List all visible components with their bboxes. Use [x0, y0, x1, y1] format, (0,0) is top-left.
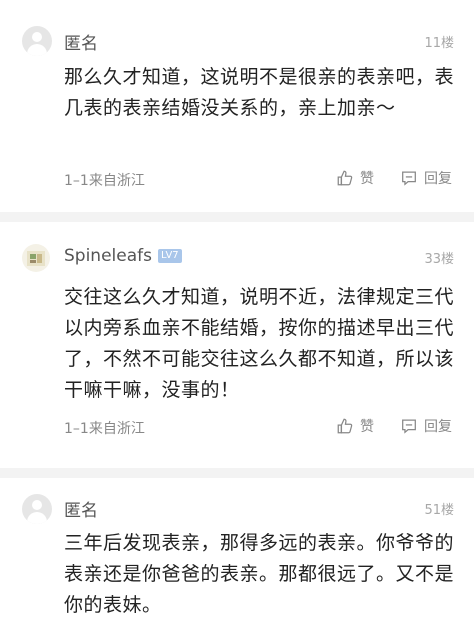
reply-icon: [402, 419, 416, 434]
comment-meta: 1–1来自浙江: [64, 421, 145, 437]
floor-number: 51楼: [424, 503, 454, 518]
like-label: 赞: [360, 171, 374, 187]
divider: [0, 212, 474, 222]
username[interactable]: 匿名: [64, 29, 98, 54]
like-button[interactable]: 赞: [336, 168, 374, 188]
comment-meta: 1–1来自浙江: [64, 173, 145, 189]
reply-label: 回复: [424, 171, 452, 187]
comment-actions: 赞 回复: [310, 416, 452, 436]
comment-item: Spineleafs LV7 33楼 交往这么久才知道，说明不近，法律规定三代以内…: [0, 222, 474, 468]
reply-label: 回复: [424, 419, 452, 435]
comment-list: 匿名 11楼 那么久才知道，这说明不是很亲的表亲吧，表几表的表亲结婚没关系的，亲…: [0, 0, 474, 636]
reply-button[interactable]: 回复: [400, 416, 452, 436]
comment-actions: 赞 回复: [310, 168, 452, 188]
divider: [0, 468, 474, 478]
thumbs-up-icon: [337, 170, 353, 186]
floor-number: 33楼: [424, 252, 454, 267]
comment-item: 匿名 11楼 那么久才知道，这说明不是很亲的表亲吧，表几表的表亲结婚没关系的，亲…: [0, 0, 474, 212]
avatar[interactable]: [22, 244, 50, 272]
username[interactable]: Spineleafs LV7: [64, 246, 182, 266]
username-text: Spineleafs: [64, 246, 152, 266]
floor-number: 11楼: [424, 36, 454, 51]
username[interactable]: 匿名: [64, 496, 98, 521]
like-label: 赞: [360, 419, 374, 435]
avatar[interactable]: [22, 26, 52, 56]
reply-button[interactable]: 回复: [400, 168, 452, 188]
reply-icon: [402, 171, 416, 186]
comment-content: 三年后发现表亲，那得多远的表亲。你爷爷的表亲还是你爸爸的表亲。那都很远了。又不是…: [64, 532, 455, 616]
thumbs-up-icon: [337, 418, 353, 434]
comment-content: 那么久才知道，这说明不是很亲的表亲吧，表几表的表亲结婚没关系的，亲上加亲～: [64, 66, 455, 119]
level-badge: LV7: [157, 249, 182, 263]
comment-content: 交往这么久才知道，说明不近，法律规定三代以内旁系血亲不能结婚，按你的描述早出三代…: [64, 286, 455, 401]
avatar[interactable]: [22, 494, 52, 524]
like-button[interactable]: 赞: [336, 416, 374, 436]
comment-item: 匿名 51楼 三年后发现表亲，那得多远的表亲。你爷爷的表亲还是你爸爸的表亲。那都…: [0, 478, 474, 636]
